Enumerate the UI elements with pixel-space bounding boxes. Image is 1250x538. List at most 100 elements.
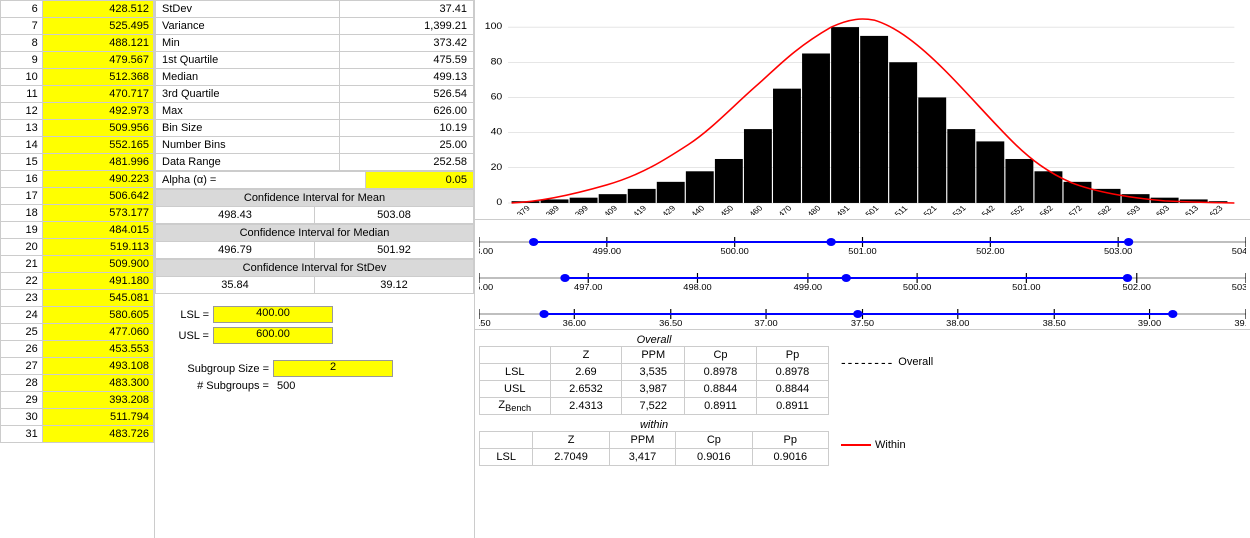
- overall-title: Overall: [479, 334, 829, 346]
- stat-value: 499.13: [339, 69, 473, 86]
- right-bottom: Overall Z PPM Cp Pp: [475, 332, 1250, 468]
- within-col-ppm: PPM: [609, 432, 675, 449]
- ci-mean-header: Confidence Interval for Mean: [156, 190, 474, 207]
- within-row-ppm: 3,417: [609, 449, 675, 466]
- svg-text:623: 623: [1208, 204, 1225, 215]
- svg-text:504.00: 504.00: [1232, 247, 1246, 255]
- lsl-input[interactable]: 400.00: [213, 306, 333, 323]
- stat-row: Median499.13: [156, 69, 474, 86]
- ci-mean-table: Confidence Interval for Mean 498.43 503.…: [155, 189, 474, 224]
- within-row-pp: 0.9016: [752, 449, 828, 466]
- row-number: 19: [1, 222, 43, 239]
- table-row: 25477.060: [1, 324, 154, 341]
- table-row: 20519.113: [1, 239, 154, 256]
- svg-text:480: 480: [806, 204, 823, 215]
- table-row: 30511.794: [1, 409, 154, 426]
- row-value: 509.956: [42, 120, 153, 137]
- stats-table: StDev37.41Variance1,399.21Min373.421st Q…: [155, 0, 474, 171]
- row-value: 552.165: [42, 137, 153, 154]
- table-row: 17506.642: [1, 188, 154, 205]
- row-number: 12: [1, 103, 43, 120]
- within-col-z: Z: [533, 432, 609, 449]
- svg-text:531: 531: [951, 204, 968, 215]
- lsl-row: LSL = 400.00: [159, 306, 470, 323]
- svg-text:562: 562: [1038, 204, 1055, 215]
- svg-text:500.00: 500.00: [720, 247, 749, 255]
- overall-col-pp: Pp: [756, 347, 828, 364]
- svg-text:491: 491: [835, 204, 852, 215]
- svg-text:419: 419: [631, 204, 648, 215]
- stats-panel: StDev37.41Variance1,399.21Min373.421st Q…: [155, 0, 475, 538]
- within-section: within Z PPM Cp Pp: [475, 417, 1250, 468]
- overall-row-ppm: 3,535: [622, 364, 685, 381]
- stat-value: 1,399.21: [339, 18, 473, 35]
- overall-col-name: [480, 347, 551, 364]
- row-number: 24: [1, 307, 43, 324]
- table-row: 24580.605: [1, 307, 154, 324]
- stat-value: 10.19: [339, 120, 473, 137]
- row-value: 580.605: [42, 307, 153, 324]
- row-value: 490.223: [42, 171, 153, 188]
- overall-row-pp: 0.8911: [756, 398, 828, 415]
- svg-text:379: 379: [515, 204, 532, 215]
- svg-text:38.00: 38.00: [946, 319, 969, 327]
- row-value: 491.180: [42, 273, 153, 290]
- overall-row-label: LSL: [480, 364, 551, 381]
- subgroup-size-input[interactable]: 2: [273, 360, 393, 377]
- row-number: 16: [1, 171, 43, 188]
- ci-median-table: Confidence Interval for Median 496.79 50…: [155, 224, 474, 259]
- ci-median-header: Confidence Interval for Median: [156, 225, 474, 242]
- table-row: 9479.567: [1, 52, 154, 69]
- within-table: Z PPM Cp Pp LSL2.70493,4170.90160.9016: [479, 431, 829, 466]
- stat-row: Min373.42: [156, 35, 474, 52]
- table-row: 12492.973: [1, 103, 154, 120]
- ci-stdev-header: Confidence Interval for StDev: [156, 260, 474, 277]
- table-row: 26453.553: [1, 341, 154, 358]
- svg-text:399: 399: [573, 204, 590, 215]
- overall-row-cp: 0.8844: [685, 381, 757, 398]
- stat-label: Number Bins: [156, 137, 340, 154]
- overall-row-label: ZBench: [480, 398, 551, 415]
- overall-legend-label: Overall: [898, 356, 933, 368]
- row-number: 6: [1, 1, 43, 18]
- stat-row: StDev37.41: [156, 1, 474, 18]
- ci-median-high: 501.92: [315, 242, 474, 259]
- row-number: 20: [1, 239, 43, 256]
- row-number: 8: [1, 35, 43, 52]
- overall-row: LSL2.693,5350.89780.8978: [480, 364, 829, 381]
- overall-table: Z PPM Cp Pp LSL2.693,5350.89780.8978USL2…: [479, 346, 829, 415]
- row-number: 13: [1, 120, 43, 137]
- within-row: LSL2.70493,4170.90160.9016: [480, 449, 829, 466]
- overall-row-z: 2.4313: [550, 398, 622, 415]
- alpha-value[interactable]: 0.05: [366, 172, 474, 189]
- table-row: 7525.495: [1, 18, 154, 35]
- overall-row-label: USL: [480, 381, 551, 398]
- data-table: 6428.5127525.4958488.1219479.56710512.36…: [0, 0, 154, 443]
- ci-mean-bar: 498.00 499.00 500.00 501.00 502.00 503.0…: [479, 222, 1246, 255]
- within-row-z: 2.7049: [533, 449, 609, 466]
- table-row: 6428.512: [1, 1, 154, 18]
- overall-col-z: Z: [550, 347, 622, 364]
- overall-legend: -------- Overall: [841, 354, 933, 370]
- table-row: 10512.368: [1, 69, 154, 86]
- row-number: 21: [1, 256, 43, 273]
- svg-text:498.00: 498.00: [683, 283, 712, 291]
- svg-text:80: 80: [491, 57, 503, 67]
- subgroup-count-row: # Subgroups = 500: [159, 380, 470, 392]
- stat-value: 373.42: [339, 35, 473, 52]
- row-value: 506.642: [42, 188, 153, 205]
- ci-stdev-high: 39.12: [315, 277, 474, 294]
- stat-label: Variance: [156, 18, 340, 35]
- svg-text:613: 613: [1183, 204, 1200, 215]
- overall-col-ppm: PPM: [622, 347, 685, 364]
- stat-row: Variance1,399.21: [156, 18, 474, 35]
- overall-row-pp: 0.8978: [756, 364, 828, 381]
- stat-label: Max: [156, 103, 340, 120]
- row-number: 23: [1, 290, 43, 307]
- ci-stdev-bar: 35.50 36.00 36.50 37.00 37.50 38.00 38.5…: [479, 294, 1246, 327]
- usl-input[interactable]: 600.00: [213, 327, 333, 344]
- row-value: 493.108: [42, 358, 153, 375]
- stat-label: Min: [156, 35, 340, 52]
- row-value: 477.060: [42, 324, 153, 341]
- right-panel: 0 20 40 60 80 100: [475, 0, 1250, 538]
